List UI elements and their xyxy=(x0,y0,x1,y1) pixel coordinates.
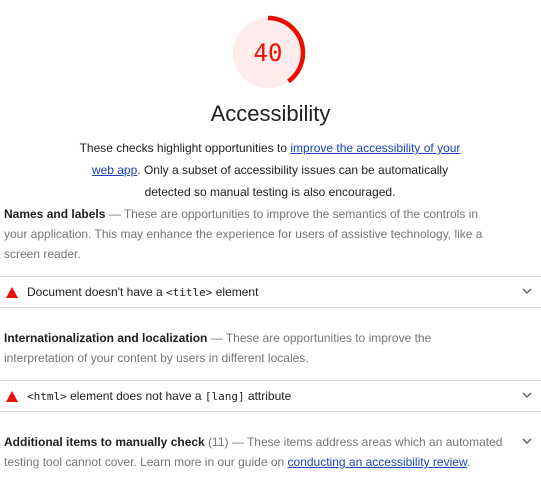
description-prefix: These checks highlight opportunities to xyxy=(79,141,291,155)
divider xyxy=(0,307,541,308)
warning-triangle-icon xyxy=(6,391,18,402)
group-manual-checks[interactable]: Additional items to manually check (11) … xyxy=(4,432,519,472)
audit-html-lang[interactable]: <html> element does not have a [lang] at… xyxy=(0,381,541,411)
audit-title: Document doesn't have a <title> element xyxy=(27,285,259,299)
chevron-down-icon[interactable] xyxy=(522,392,532,399)
accessibility-review-link[interactable]: conducting an accessibility review xyxy=(288,455,467,469)
group-title: Internationalization and localization xyxy=(4,331,208,345)
audit-title: <html> element does not have a [lang] at… xyxy=(27,389,292,403)
group-names-and-labels: Names and labels — These are opportuniti… xyxy=(4,204,504,264)
group-internationalization: Internationalization and localization — … xyxy=(4,328,504,368)
divider xyxy=(0,411,541,412)
audit-document-title[interactable]: Document doesn't have a <title> element xyxy=(0,277,541,307)
accessibility-report: 40 Accessibility These checks highlight … xyxy=(0,0,541,498)
group-title: Names and labels xyxy=(4,207,106,221)
chevron-down-icon[interactable] xyxy=(522,288,532,295)
group-separator: — xyxy=(207,331,226,345)
manual-count: (11) xyxy=(204,435,229,449)
chevron-down-icon[interactable] xyxy=(522,438,532,445)
score-value: 40 xyxy=(253,39,283,67)
category-title: Accessibility xyxy=(210,101,331,126)
warning-triangle-icon xyxy=(6,287,18,298)
group-separator: — xyxy=(105,207,124,221)
group-title: Additional items to manually check xyxy=(4,435,205,449)
description-suffix: . Only a subset of accessibility issues … xyxy=(137,163,449,199)
category-description: These checks highlight opportunities to … xyxy=(70,137,470,203)
score-gauge: 40 xyxy=(229,14,307,92)
group-separator: — xyxy=(228,435,247,449)
